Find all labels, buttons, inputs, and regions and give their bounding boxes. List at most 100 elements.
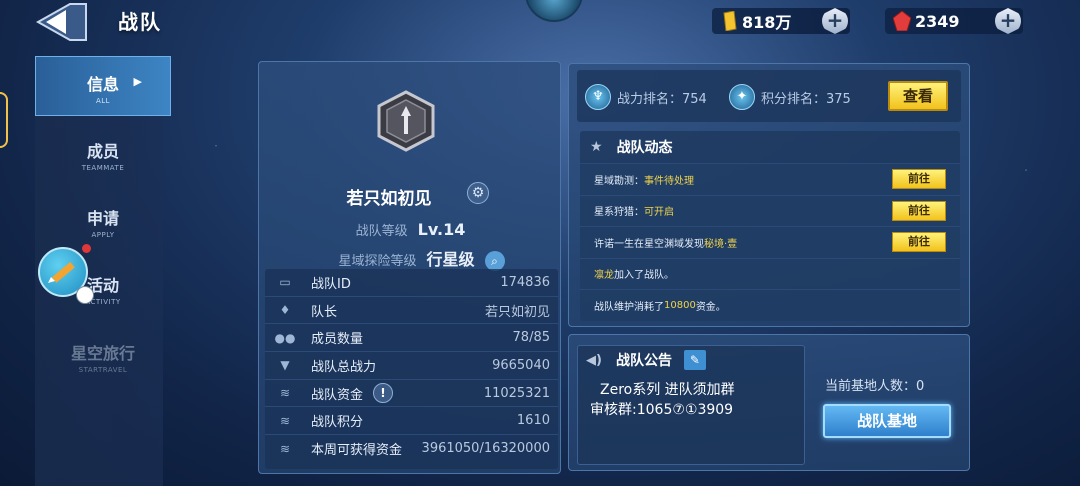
stat-value: 3961050/16320000 (421, 441, 550, 457)
news-row: 星域勘测： 事件待处理 前往 (580, 163, 960, 195)
news-text: 加入了战队。 (614, 270, 674, 282)
star-icon: ★ (590, 139, 603, 155)
news-text: 资金。 (695, 301, 726, 313)
stat-value: 11025321 (483, 385, 550, 401)
points-rank-label: 积分排名：375 (761, 91, 851, 107)
sidebar-item-sublabel: APPLY (91, 231, 115, 239)
power-icon: ▼ (280, 358, 290, 373)
caret-right-icon: ▶ (133, 75, 142, 88)
red-gem-icon (893, 11, 911, 31)
leader-icon: ♦ (279, 303, 291, 318)
sidebar-item-label: 星空旅行 (70, 344, 135, 363)
sidebar-item-info[interactable]: 信息 ALL ▶ (35, 56, 171, 116)
sidebar-item-sublabel: ACTIVITY (85, 298, 121, 306)
stat-row-team-id: ▭ 战队ID 174836 (265, 269, 558, 297)
stat-row-funds: ≋ 战队资金 ! 11025321 (265, 380, 558, 408)
stat-label: 战队ID (311, 276, 351, 292)
stat-row-power: ▼ 战队总战力 9665040 (265, 352, 558, 380)
sidebar-item-sublabel: TEAMMATE (81, 164, 125, 172)
notice-title: 战队公告 (615, 353, 672, 369)
stat-label: 队长 (311, 304, 338, 320)
stat-label: 成员数量 (311, 332, 364, 348)
base-member-count: 当前基地人数：0 (825, 379, 925, 394)
stat-label: 战队资金 (311, 387, 364, 403)
explore-level-row: 星域探险等级 行星级 ⌕ (259, 246, 562, 271)
stat-label: 本周可获得资金 (311, 443, 403, 459)
stat-row-points: ≋ 战队积分 1610 (265, 407, 558, 436)
stat-value: 若只如初见 (484, 304, 550, 320)
team-level-label: 战队等级 (355, 224, 408, 239)
news-row: 战队维护消耗了 10800 资金。 (580, 289, 960, 321)
news-text: 星系狩猎： (594, 207, 644, 219)
members-icon: ●● (274, 330, 296, 345)
power-rank-label: 战力排名：754 (617, 91, 707, 107)
team-level-row: 战队等级 Lv.14 (259, 220, 562, 239)
go-button[interactable]: 前往 (892, 232, 946, 253)
page-title: 战队 (118, 10, 162, 34)
add-gem-button[interactable]: + (995, 8, 1021, 34)
team-emblem-icon (377, 90, 435, 152)
notice-body: Zero系列 进队须加群 审核群:1065⑦①3909 (578, 374, 804, 420)
news-highlight: 可开启 (644, 207, 674, 219)
news-text: 许诺一生在星空渊域发现 (594, 238, 704, 250)
coins-icon: ≋ (279, 441, 291, 456)
sidebar-item-sublabel: ALL (95, 97, 111, 105)
team-info-panel: 若只如初见 ⚙ 战队等级 Lv.14 星域探险等级 行星级 ⌕ ▭ 战队ID 1… (258, 61, 561, 474)
news-highlight: 秘境·壹 (704, 238, 738, 250)
power-rank-icon: ♆ (585, 84, 611, 110)
stat-value: 1610 (516, 413, 550, 429)
sidebar-item-label: 信息 (86, 75, 119, 94)
sidebar-item-label: 成员 (86, 142, 119, 161)
team-base-button[interactable]: 战队基地 (823, 404, 951, 438)
rank-news-panel: ♆ 战力排名：754 ✦ 积分排名：375 查看 ★ 战队动态 星域勘测： 事件待… (568, 63, 970, 327)
news-text: 战队维护消耗了 (594, 301, 664, 313)
settings-gear-icon[interactable]: ⚙ (467, 182, 489, 204)
search-icon[interactable]: ⌕ (484, 251, 505, 271)
go-button[interactable]: 前往 (892, 200, 946, 221)
notice-header: ◀) 战队公告 ✎ (578, 346, 804, 374)
edge-decoration (0, 92, 8, 148)
add-gold-button[interactable]: + (822, 8, 848, 34)
gem-value: 2349 (915, 11, 960, 31)
team-stats-table: ▭ 战队ID 174836 ♦ 队长 若只如初见 ●● 成员数量 78/85 ▼… (265, 269, 558, 469)
stat-label: 战队总战力 (311, 359, 377, 375)
stat-row-weekly-funds: ≋ 本周可获得资金 3961050/16320000 (265, 435, 558, 463)
notice-line: Zero系列 进队须加群 (600, 382, 735, 398)
rank-bar: ♆ 战力排名：754 ✦ 积分排名：375 查看 (577, 70, 961, 122)
gold-value: 818万 (742, 13, 792, 32)
sidebar-item-startravel[interactable]: 星空旅行 STARTRAVEL (35, 326, 171, 386)
gold-currency: 818万 + (712, 8, 850, 34)
team-news: ★ 战队动态 星域勘测： 事件待处理 前往 星系狩猎： 可开启 前往 许诺一生在星空… (580, 131, 960, 321)
coins-icon: ≋ (279, 386, 291, 401)
team-notice: ◀) 战队公告 ✎ Zero系列 进队须加群 审核群:1065⑦①3909 (577, 345, 805, 465)
sidebar-item-apply[interactable]: 申请 APPLY (35, 191, 171, 251)
news-row: 星系狩猎： 可开启 前往 (580, 194, 960, 226)
news-highlight: 事件待处理 (644, 175, 694, 187)
lock-icon (76, 286, 94, 304)
news-row: 许诺一生在星空渊域发现 秘境·壹 前往 (580, 226, 960, 258)
speaker-icon: ◀) (586, 352, 602, 368)
news-text: 星域勘测： (594, 175, 644, 187)
edit-icon[interactable]: ✎ (683, 350, 706, 370)
sidebar-item-members[interactable]: 成员 TEAMMATE (35, 124, 171, 184)
stat-row-members: ●● 成员数量 78/85 (265, 324, 558, 353)
sidebar-item-sublabel: STARTRAVEL (78, 366, 128, 374)
explore-level-value: 行星级 (426, 250, 475, 269)
explore-level-label: 星域探险等级 (338, 254, 417, 269)
notice-line: 审核群:1065⑦①3909 (590, 402, 734, 418)
news-header: ★ 战队动态 (580, 131, 960, 163)
gem-currency: 2349 + (885, 8, 1023, 34)
news-row: 凛龙 加入了战队。 (580, 257, 960, 289)
points-rank: ✦ 积分排名：375 (729, 84, 851, 110)
team-level-value: Lv.14 (417, 220, 466, 239)
view-ranking-button[interactable]: 查看 (888, 81, 948, 111)
stat-label: 战队积分 (311, 415, 364, 431)
info-exclamation-icon[interactable]: ! (373, 383, 394, 404)
gold-coin-icon (723, 11, 737, 31)
sidebar-item-label: 申请 (86, 209, 119, 228)
go-button[interactable]: 前往 (892, 169, 946, 190)
coins-icon: ≋ (279, 413, 291, 428)
back-arrow-icon[interactable] (30, 2, 90, 42)
stat-value: 174836 (500, 274, 550, 290)
points-rank-icon: ✦ (729, 84, 755, 110)
